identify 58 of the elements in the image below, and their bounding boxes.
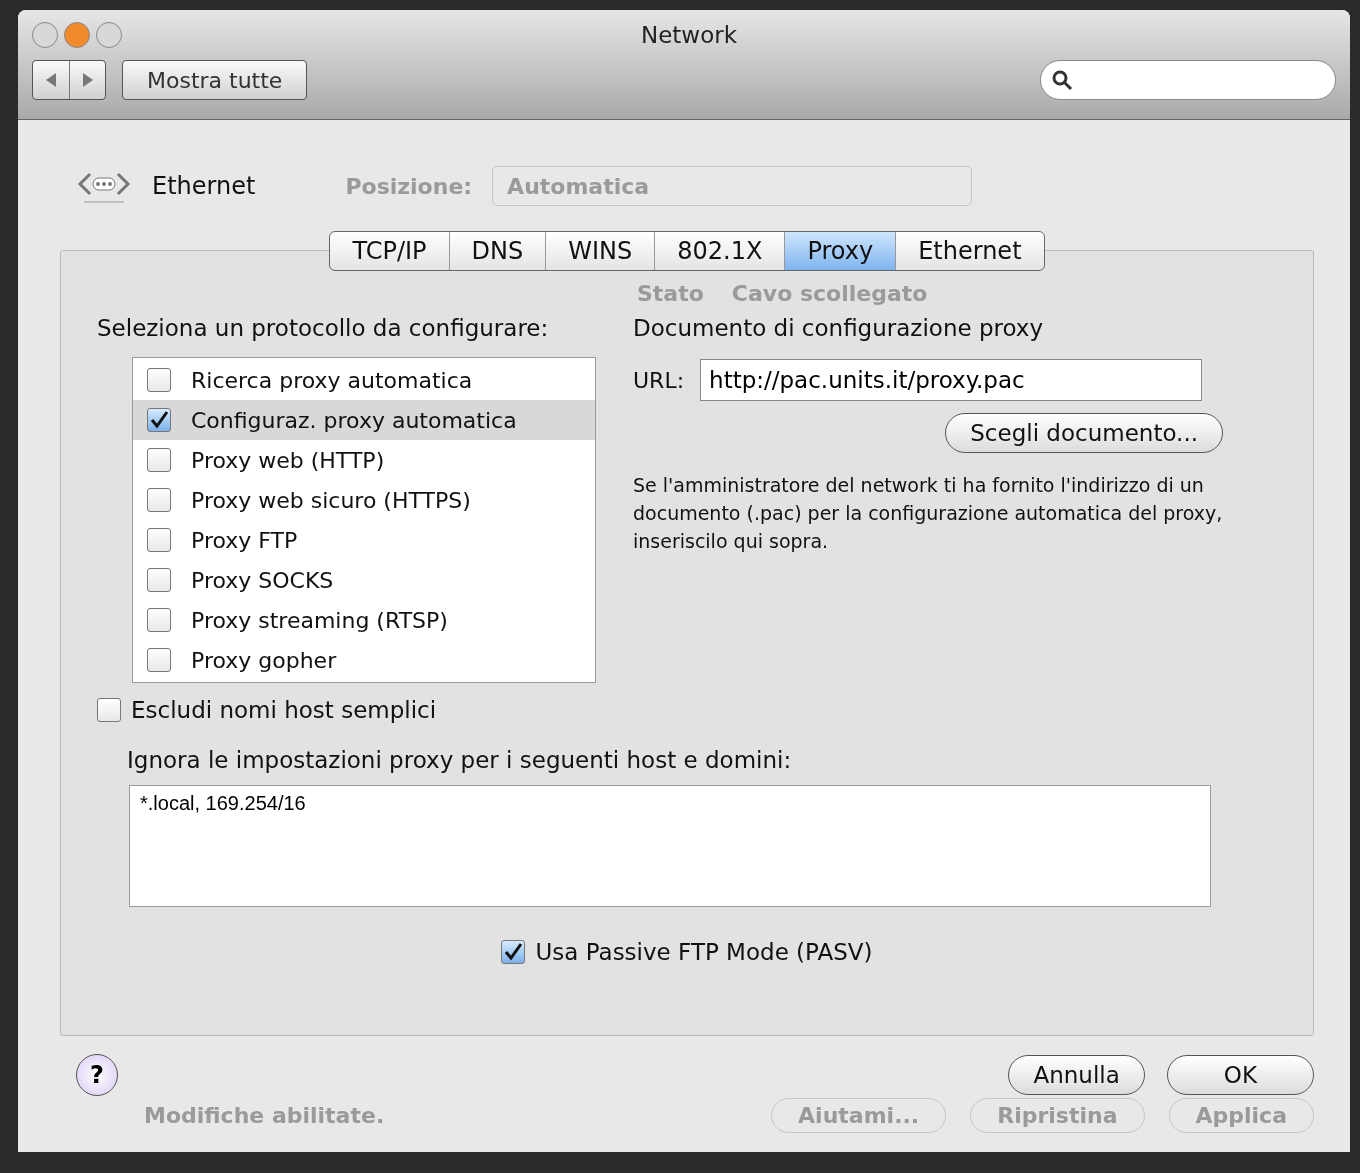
service-name: Ethernet: [152, 172, 256, 200]
protocol-list-title: Seleziona un protocollo da configurare:: [97, 315, 550, 341]
tab[interactable]: Ethernet: [895, 232, 1044, 270]
protocol-row[interactable]: Proxy streaming (RTSP): [133, 600, 595, 640]
checkbox[interactable]: [97, 698, 121, 722]
checkbox[interactable]: [147, 528, 171, 552]
search-icon: [1051, 69, 1073, 91]
checkbox[interactable]: [147, 408, 171, 432]
window-title: Network: [639, 22, 738, 48]
protocol-label: Proxy FTP: [191, 527, 298, 553]
protocol-label: Proxy gopher: [191, 647, 337, 673]
protocol-label: Proxy streaming (RTSP): [191, 607, 448, 633]
ok-button[interactable]: OK: [1166, 1055, 1314, 1095]
protocol-label: Ricerca proxy automatica: [191, 367, 473, 393]
bypass-hosts-field[interactable]: *.local, 169.254/16: [129, 785, 1211, 907]
checkbox[interactable]: [147, 488, 171, 512]
status-label: Stato: [637, 280, 704, 306]
close-button[interactable]: [32, 22, 58, 48]
checkbox[interactable]: [147, 568, 171, 592]
checkbox[interactable]: [147, 648, 171, 672]
protocol-row[interactable]: Proxy web sicuro (HTTPS): [133, 480, 595, 520]
checkbox[interactable]: [147, 368, 171, 392]
protocol-row[interactable]: Proxy FTP: [133, 520, 595, 560]
tab[interactable]: WINS: [545, 232, 655, 270]
help-button[interactable]: ?: [76, 1054, 118, 1096]
minimize-button[interactable]: [64, 22, 90, 48]
url-label: URL:: [633, 367, 685, 393]
tab[interactable]: TCP/IP: [330, 232, 449, 270]
location-label: Posizione:: [345, 173, 473, 199]
status-value: Cavo scollegato: [731, 280, 928, 306]
zoom-button[interactable]: [96, 22, 122, 48]
protocol-row[interactable]: Ricerca proxy automatica: [133, 360, 595, 400]
search-field[interactable]: [1040, 60, 1336, 100]
url-field[interactable]: http://pac.units.it/proxy.pac: [700, 359, 1203, 401]
config-title: Documento di configurazione proxy: [633, 315, 1045, 341]
right-triangle-icon: [80, 72, 95, 88]
checkbox[interactable]: [147, 448, 171, 472]
protocol-row[interactable]: Proxy gopher: [133, 640, 595, 680]
choose-document-button[interactable]: Scegli documento...: [945, 413, 1223, 453]
protocol-label: Proxy SOCKS: [191, 567, 334, 593]
tab[interactable]: Proxy: [784, 232, 896, 270]
checkbox[interactable]: [501, 940, 526, 964]
bypass-label: Ignora le impostazioni proxy per i seguenti host e domini:: [127, 747, 793, 773]
tab[interactable]: DNS: [448, 232, 546, 270]
checkbox-label: Usa Passive FTP Mode (PASV): [535, 939, 873, 965]
checkbox[interactable]: [147, 608, 171, 632]
cancel-button[interactable]: Annulla: [1008, 1055, 1145, 1095]
protocol-label: Proxy web sicuro (HTTPS): [191, 487, 471, 513]
left-triangle-icon: [44, 72, 58, 88]
checkbox-label: Escludi nomi host semplici: [131, 697, 437, 723]
protocol-row[interactable]: Configuraz. proxy automatica: [133, 400, 595, 440]
protocol-row[interactable]: Proxy SOCKS: [133, 560, 595, 600]
protocol-row[interactable]: Proxy web (HTTP): [133, 440, 595, 480]
status-message: Modifiche abilitate.: [144, 1103, 385, 1128]
help-text: Se l'amministratore del network ti ha fornito l'indirizzo di un documento (.pac) per la configurazione automatica del proxy, inseriscilo qui sopra.: [633, 473, 1224, 554]
protocol-label: Configuraz. proxy automatica: [191, 407, 517, 433]
protocol-label: Proxy web (HTTP): [191, 447, 385, 473]
show-all-button[interactable]: Mostra tutte: [122, 60, 308, 100]
